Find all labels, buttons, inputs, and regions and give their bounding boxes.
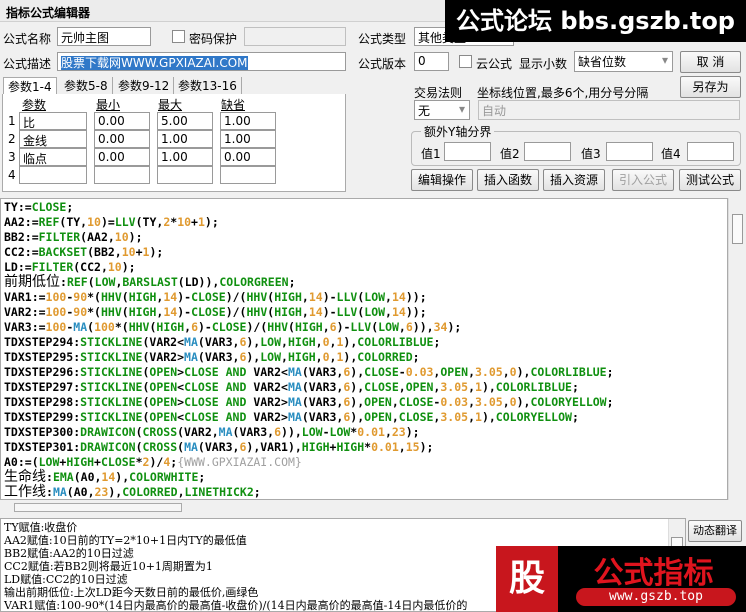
formula-name-input[interactable]: 元帅主图 [57, 27, 151, 46]
code-line: TDXSTEP298:STICKLINE(OPEN>CLOSE AND VAR2… [4, 395, 614, 409]
param-name-input[interactable]: 金线 [19, 130, 87, 148]
code-line: AA2:=REF(TY,10)=LLV(TY,2*10+1); [4, 215, 219, 229]
trade-rule-value: 无 [418, 104, 431, 118]
param-row-index: 1 [8, 114, 16, 128]
code-line: TDXSTEP294:STICKLINE(VAR2<MA(VAR3,6),LOW… [4, 335, 441, 349]
param-row-index: 4 [8, 168, 16, 182]
code-line: 工作线:MA(A0,23),COLORRED,LINETHICK2; [4, 484, 261, 500]
tab-params-13-16[interactable]: 参数13-16 [174, 77, 242, 94]
param-header-name: 参数 [22, 98, 47, 112]
watermark-url: www.gszb.top [576, 588, 736, 606]
y-value-input-1[interactable] [444, 142, 491, 161]
test-formula-button[interactable]: 测试公式 [679, 169, 741, 191]
code-line: TDXSTEP297:STICKLINE(OPEN<CLOSE AND VAR2… [4, 380, 579, 394]
param-row-index: 3 [8, 150, 16, 164]
param-def-input[interactable]: 1.00 [220, 112, 276, 130]
cancel-button[interactable]: 取 消 [680, 51, 741, 73]
y-value-input-3[interactable] [606, 142, 653, 161]
password-label: 密码保护 [189, 32, 238, 46]
axis-lines-input[interactable]: 自动 [478, 100, 740, 120]
param-def-input[interactable]: 1.00 [220, 130, 276, 148]
y-value-label: 值2 [500, 147, 520, 161]
param-def-input[interactable]: 0.00 [220, 148, 276, 166]
param-row-index: 2 [8, 132, 16, 146]
code-line: TY:=CLOSE; [4, 200, 74, 214]
axis-lines-label: 坐标线位置,最多6个,用分号分隔 [477, 86, 649, 100]
code-line: 生命线:EMA(A0,14),COLORWHITE; [4, 469, 206, 485]
password-checkbox[interactable] [172, 30, 185, 43]
watermark-title: 公式指标 [593, 556, 714, 591]
param-header-min: 最小 [96, 98, 121, 112]
code-line: TDXSTEP296:STICKLINE(OPEN>CLOSE AND VAR2… [4, 365, 614, 379]
code-line: TDXSTEP295:STICKLINE(VAR2>MA(VAR3,6),LOW… [4, 350, 420, 364]
decimal-select[interactable]: 缺省位数 ▾ [574, 51, 673, 72]
translation-line: TY赋值:收盘价 [4, 521, 78, 534]
param-def-input[interactable] [220, 166, 276, 184]
watermark-bottom: 股 公式指标 www.gszb.top [496, 546, 746, 612]
formula-version-label: 公式版本 [358, 57, 407, 71]
param-min-input[interactable]: 0.00 [94, 130, 150, 148]
status-bar-field [14, 503, 182, 512]
formula-desc-input[interactable]: 股票下载网WWW.GPXIAZAI.COM [57, 52, 346, 71]
code-line: TDXSTEP299:STICKLINE(OPEN<CLOSE AND VAR2… [4, 410, 579, 424]
y-value-label: 值3 [581, 147, 601, 161]
code-editor[interactable]: TY:=CLOSE; AA2:=REF(TY,10)=LLV(TY,2*10+1)… [0, 198, 728, 500]
formula-type-label: 公式类型 [358, 32, 407, 46]
formula-name-label: 公式名称 [3, 32, 52, 46]
trade-rule-label: 交易法则 [414, 86, 463, 100]
edit-ops-button[interactable]: 编辑操作 [411, 169, 473, 191]
param-name-input[interactable]: 临点 [19, 148, 87, 166]
watermark-logo: 股 [496, 546, 558, 612]
code-line: BB2:=FILTER(AA2,10); [4, 230, 143, 244]
code-line: TDXSTEP300:DRAWICON(CROSS(VAR2,MA(VAR3,6… [4, 425, 420, 439]
code-line: LD:=FILTER(CC2,10); [4, 260, 136, 274]
chevron-down-icon: ▾ [458, 102, 465, 116]
password-input[interactable] [244, 27, 346, 46]
save-as-button[interactable]: 另存为 [680, 76, 741, 98]
param-min-input[interactable] [94, 166, 150, 184]
param-name-input[interactable]: 比 [19, 112, 87, 130]
code-line: VAR3:=100-MA(100*(HHV(HIGH,6)-CLOSE)/(HH… [4, 320, 462, 334]
decimal-value: 缺省位数 [578, 55, 627, 69]
code-line: VAR1:=100-90*(HHV(HIGH,14)-CLOSE)/(HHV(H… [4, 290, 427, 304]
cloud-formula-checkbox[interactable] [459, 55, 472, 68]
insert-function-button[interactable]: 插入函数 [477, 169, 539, 191]
tab-params-1-4[interactable]: 参数1-4 [3, 77, 57, 94]
params-panel: 参数 最小 最大 缺省 1 比 0.00 5.00 1.00 2 金线 0.00 1.00 1.0… [2, 94, 346, 192]
param-max-input[interactable]: 1.00 [157, 148, 213, 166]
chevron-down-icon: ▾ [661, 53, 668, 67]
param-name-input[interactable] [19, 166, 87, 184]
desc-selected-text: 股票下载网WWW.GPXIAZAI.COM [61, 56, 248, 70]
tab-params-5-8[interactable]: 参数5-8 [60, 77, 113, 94]
scrollbar-thumb[interactable] [732, 214, 743, 244]
param-header-default: 缺省 [221, 98, 246, 112]
code-line: A0:=(LOW+HIGH+CLOSE*2)/4;{WWW.GPXIAZAI.C… [4, 455, 302, 469]
code-line: TDXSTEP301:DRAWICON(CROSS(MA(VAR3,6),VAR… [4, 440, 434, 454]
y-value-input-2[interactable] [524, 142, 571, 161]
import-formula-button: 引入公式 [612, 169, 674, 191]
decimal-label: 显示小数 [519, 57, 568, 71]
param-max-input[interactable] [157, 166, 213, 184]
formula-version-input[interactable]: 0 [414, 52, 449, 71]
formula-desc-label: 公式描述 [3, 57, 52, 71]
y-value-label: 值4 [661, 147, 681, 161]
tab-params-9-12[interactable]: 参数9-12 [114, 77, 175, 94]
param-header-max: 最大 [158, 98, 183, 112]
code-scrollbar[interactable] [728, 198, 746, 500]
param-min-input[interactable]: 0.00 [94, 112, 150, 130]
dynamic-translate-button[interactable]: 动态翻译 [688, 520, 742, 542]
insert-resource-button[interactable]: 插入资源 [543, 169, 605, 191]
y-axis-legend: 额外Y轴分界 [421, 123, 495, 140]
code-line: VAR2:=100-90*(HHV(HIGH,14)-CLOSE)/(HHV(H… [4, 305, 427, 319]
code-line: 前期低位:REF(LOW,BARSLAST(LD)),COLORGREEN; [4, 274, 296, 290]
y-value-label: 值1 [421, 147, 441, 161]
trade-rule-select[interactable]: 无 ▾ [414, 100, 470, 120]
watermark-top: 公式论坛 bbs.gszb.top [445, 0, 746, 42]
param-min-input[interactable]: 0.00 [94, 148, 150, 166]
param-max-input[interactable]: 1.00 [157, 130, 213, 148]
cloud-formula-label: 云公式 [476, 57, 513, 71]
y-value-input-4[interactable] [687, 142, 734, 161]
code-line: CC2:=BACKSET(BB2,10+1); [4, 245, 164, 259]
param-max-input[interactable]: 5.00 [157, 112, 213, 130]
